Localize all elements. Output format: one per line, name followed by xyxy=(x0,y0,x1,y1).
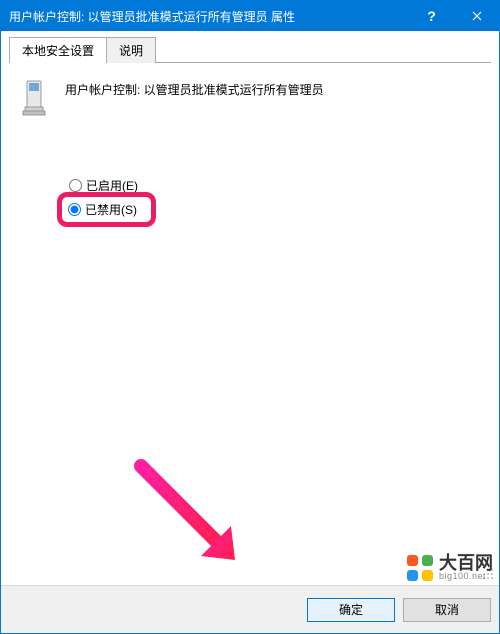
option-label: 已禁用(S) xyxy=(85,201,137,218)
titlebar: 用户帐户控制: 以管理员批准模式运行所有管理员 属性 ? xyxy=(1,1,499,31)
help-button[interactable]: ? xyxy=(409,1,454,31)
policy-description: 用户帐户控制: 以管理员批准模式运行所有管理员 xyxy=(65,77,324,98)
annotation-arrow xyxy=(131,456,251,579)
cancel-button[interactable]: 取消 xyxy=(403,598,491,622)
tab-body: 用户帐户控制: 以管理员批准模式运行所有管理员 已启用(E) 已禁用(S) xyxy=(1,63,499,585)
watermark-name: 大百网 xyxy=(439,554,493,572)
watermark-domain: big100.net xyxy=(439,572,493,581)
button-label: 取消 xyxy=(435,601,459,618)
button-label: 确定 xyxy=(339,601,363,618)
tab-strip: 本地安全设置 说明 xyxy=(1,31,499,63)
radio-disabled[interactable] xyxy=(68,203,81,216)
window-title: 用户帐户控制: 以管理员批准模式运行所有管理员 属性 xyxy=(9,8,409,25)
option-label: 已启用(E) xyxy=(86,177,138,194)
properties-dialog: 用户帐户控制: 以管理员批准模式运行所有管理员 属性 ? 本地安全设置 说明 xyxy=(0,0,500,634)
ok-button[interactable]: 确定 xyxy=(307,598,395,622)
radio-enabled[interactable] xyxy=(69,179,82,192)
tab-explain[interactable]: 说明 xyxy=(106,37,156,63)
watermark-logo-icon xyxy=(407,555,433,581)
button-bar: 确定 取消 xyxy=(1,585,499,633)
tab-label: 说明 xyxy=(119,44,143,58)
radio-group: 已启用(E) 已禁用(S) xyxy=(57,174,481,220)
annotation-highlight: 已禁用(S) xyxy=(57,192,156,227)
policy-header: 用户帐户控制: 以管理员批准模式运行所有管理员 xyxy=(19,77,481,120)
watermark-text: 大百网 big100.net xyxy=(439,554,493,581)
close-icon xyxy=(472,11,482,21)
option-disabled-row: 已禁用(S) xyxy=(57,198,481,220)
tab-label: 本地安全设置 xyxy=(22,44,94,58)
site-watermark: 大百网 big100.net xyxy=(407,554,493,581)
policy-icon xyxy=(19,77,51,120)
option-disabled[interactable]: 已禁用(S) xyxy=(68,201,137,218)
tab-local-security[interactable]: 本地安全设置 xyxy=(9,37,107,63)
close-button[interactable] xyxy=(454,1,499,31)
window-system-buttons: ? xyxy=(409,1,499,31)
